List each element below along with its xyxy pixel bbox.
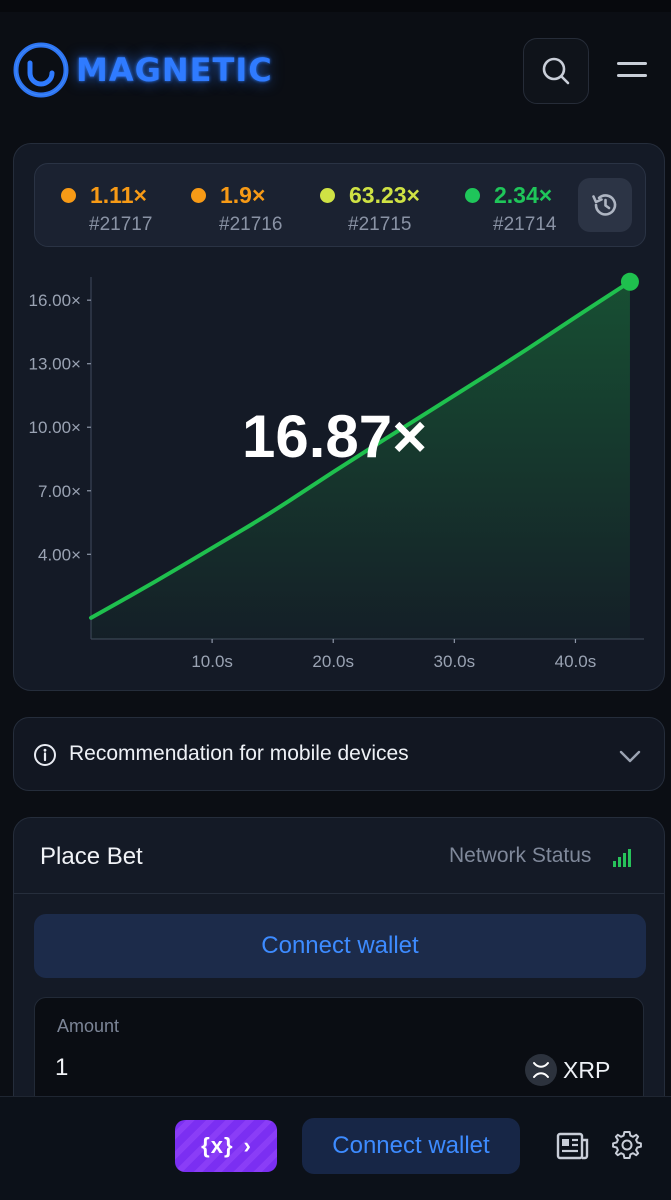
magnetic-logo-icon <box>13 42 69 98</box>
newspaper-icon[interactable] <box>556 1131 590 1161</box>
search-icon <box>542 57 570 85</box>
currency-selector[interactable]: XRP <box>525 1054 610 1086</box>
recommendation-accordion[interactable]: Recommendation for mobile devices <box>13 717 665 791</box>
place-bet-header: Place Bet Network Status <box>14 818 664 894</box>
y-tick-label: 13.00× <box>29 355 81 374</box>
currency-label: XRP <box>563 1056 611 1083</box>
amount-label: Amount <box>57 1016 120 1036</box>
status-strip <box>0 0 671 12</box>
place-bet-title: Place Bet <box>40 843 143 870</box>
place-bet-card: Place Bet Network Status Connect wallet … <box>13 817 665 1117</box>
connect-wallet-button[interactable]: Connect wallet <box>34 914 646 978</box>
x-tick-label: 10.0s <box>191 652 233 671</box>
logo-text: MAGNETIC <box>76 51 273 89</box>
hamburger-menu-icon <box>617 62 647 65</box>
recommendation-text: Recommendation for mobile devices <box>69 742 409 765</box>
bottom-bar: {x} › Connect wallet <box>0 1096 671 1200</box>
chevron-right-icon: › <box>243 1133 251 1158</box>
hamburger-line <box>617 74 647 77</box>
menu-button[interactable] <box>614 58 654 90</box>
header: MAGNETIC <box>0 12 671 130</box>
y-tick-label: 10.00× <box>29 418 81 437</box>
curve-endpoint <box>620 272 639 291</box>
promo-label: {x} <box>201 1133 234 1158</box>
connect-wallet-bottom-button[interactable]: Connect wallet <box>302 1118 520 1174</box>
x-tick-label: 40.0s <box>555 652 597 671</box>
x-tick-label: 20.0s <box>312 652 354 671</box>
search-button[interactable] <box>523 38 589 104</box>
info-icon <box>34 744 56 766</box>
xrp-icon <box>525 1054 557 1086</box>
chevron-down-icon <box>619 750 641 763</box>
signal-bars-icon <box>613 849 631 867</box>
y-tick-label: 4.00× <box>38 545 81 564</box>
x-tick-label: 30.0s <box>434 652 476 671</box>
network-status-label: Network Status <box>449 844 592 867</box>
game-card: 1.11× #21717 1.9× #21716 63.23× #21715 2… <box>13 143 665 691</box>
promo-button[interactable]: {x} › <box>175 1120 277 1172</box>
y-tick-label: 16.00× <box>29 291 81 310</box>
logo[interactable]: MAGNETIC <box>12 41 273 99</box>
y-tick-label: 7.00× <box>38 482 81 501</box>
current-multiplier: 16.87× <box>242 403 428 470</box>
amount-input[interactable] <box>55 1050 475 1086</box>
settings-gear-icon[interactable] <box>612 1130 642 1160</box>
